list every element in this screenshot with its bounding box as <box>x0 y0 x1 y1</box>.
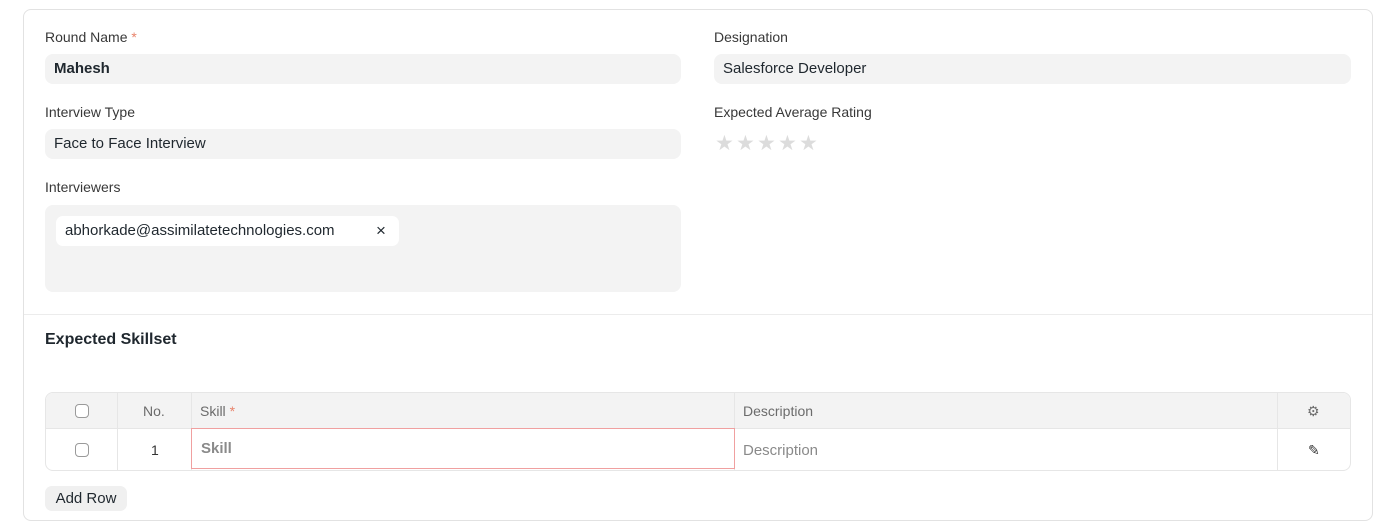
skill-input[interactable]: Skill <box>191 428 735 469</box>
column-no: No. <box>143 403 165 419</box>
designation-input[interactable]: Salesforce Developer <box>714 54 1351 84</box>
table-header <box>46 393 1350 429</box>
star-icon-1[interactable]: ★ <box>715 131 734 156</box>
add-row-button[interactable]: Add Row <box>45 486 127 511</box>
column-skill: Skill * <box>200 403 236 419</box>
interviewers-label: Interviewers <box>45 179 121 195</box>
round-name-label: Round Name * <box>45 29 137 45</box>
section-divider <box>24 314 1372 315</box>
settings-gear-icon[interactable]: ⚙ <box>1307 393 1320 429</box>
interviewers-input[interactable]: abhorkade@assimilatetechnologies.com × <box>45 205 681 292</box>
edit-pencil-icon[interactable]: ✎ <box>1308 429 1320 470</box>
expected-rating-label: Expected Average Rating <box>714 104 872 120</box>
star-icon-3[interactable]: ★ <box>757 131 776 156</box>
designation-label: Designation <box>714 29 788 45</box>
row-number: 1 <box>151 442 159 458</box>
round-name-input[interactable]: Mahesh <box>45 54 681 84</box>
interviewer-chip: abhorkade@assimilatetechnologies.com × <box>56 216 399 246</box>
description-input[interactable]: Description <box>743 429 818 470</box>
star-icon-4[interactable]: ★ <box>778 131 797 156</box>
section-title: Expected Skillset <box>45 331 177 348</box>
interview-type-input[interactable]: Face to Face Interview <box>45 129 681 159</box>
column-description: Description <box>743 403 814 419</box>
select-all-checkbox[interactable] <box>75 404 89 418</box>
star-icon-2[interactable]: ★ <box>736 131 755 156</box>
chip-label: abhorkade@assimilatetechnologies.com <box>65 222 335 239</box>
interview-type-label: Interview Type <box>45 104 136 120</box>
close-icon[interactable]: × <box>376 216 386 246</box>
row-checkbox[interactable] <box>75 443 89 457</box>
star-icon-5[interactable]: ★ <box>799 131 818 156</box>
skillset-table: No. Skill * Description ⚙ 1 Skill Descri… <box>45 392 1351 471</box>
